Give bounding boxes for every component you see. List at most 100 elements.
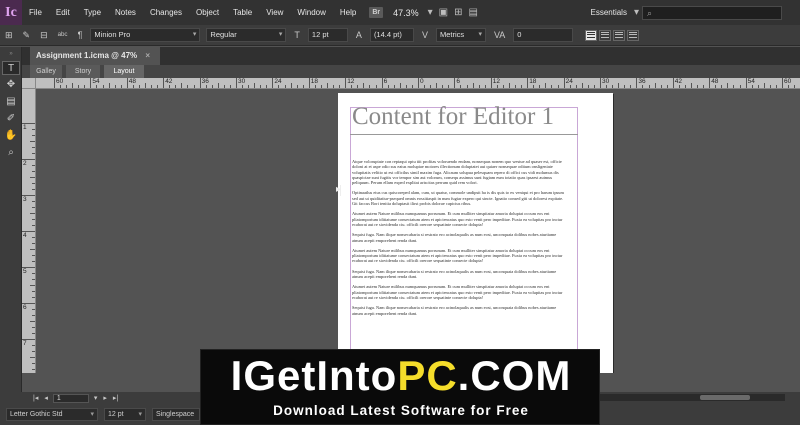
close-icon[interactable]: × <box>145 51 150 60</box>
layout-canvas[interactable]: Content for Editor 1 Atque voloruptate c… <box>36 89 800 373</box>
search-input[interactable]: ⌕ <box>642 5 782 20</box>
document-page[interactable]: Content for Editor 1 Atque voloruptate c… <box>338 93 613 373</box>
zoom-tool-icon[interactable]: ⌕ <box>2 146 20 160</box>
ruler-minor-tick <box>181 83 183 88</box>
galley-font-field[interactable]: Letter Gothic Std ▾ <box>6 408 98 421</box>
position-tool-icon[interactable]: ✥ <box>2 78 20 92</box>
vertical-ruler[interactable]: 12345678 <box>22 89 36 373</box>
view-options-icon[interactable]: ▣ <box>436 7 451 18</box>
tab-story[interactable]: Story <box>66 65 100 78</box>
ruler-minor-tick <box>120 85 122 88</box>
page-heading[interactable]: Content for Editor 1 <box>352 103 554 131</box>
ruler-tick <box>636 78 638 88</box>
ruler-tick <box>272 78 274 88</box>
font-style-field[interactable]: Regular ▾ <box>206 28 287 42</box>
menu-table[interactable]: Table <box>226 8 259 17</box>
menu-view[interactable]: View <box>259 8 290 17</box>
ruler-minor-tick <box>145 83 146 88</box>
grid-icon[interactable]: ⊞ <box>0 30 18 41</box>
ruler-label: 48 <box>711 78 719 85</box>
ruler-minor-tick <box>351 85 353 88</box>
story-text-frame[interactable]: Atque voloruptate con reptaqui optu tiit… <box>352 159 567 321</box>
menu-edit[interactable]: Edit <box>49 8 77 17</box>
ruler-minor-tick <box>569 85 571 88</box>
galley-spacing-field[interactable]: Singlespace <box>152 408 200 421</box>
next-page-icon[interactable]: ▸ <box>100 394 110 402</box>
kerning-field[interactable]: Metrics ▾ <box>435 28 486 42</box>
justify-button[interactable] <box>627 29 640 41</box>
document-tab[interactable]: Assignment 1.icma @ 47% × <box>30 47 161 65</box>
watermark-logo-part3: .COM <box>457 352 572 399</box>
menu-changes[interactable]: Changes <box>143 8 189 17</box>
ruler-tick <box>600 78 601 88</box>
font-size-field[interactable]: 12 pt <box>307 28 348 42</box>
arrange-documents-icon[interactable]: ▤ <box>466 7 481 18</box>
note-tool-icon[interactable]: ✎ <box>18 30 36 41</box>
note-tool-icon[interactable]: ▤ <box>2 95 20 109</box>
galley-size-field[interactable]: 12 pt ▾ <box>104 408 146 421</box>
previous-page-icon[interactable]: ◂ <box>41 394 51 402</box>
leading-field[interactable]: (14.4 pt) <box>369 28 414 42</box>
tab-layout[interactable]: Layout <box>104 65 144 78</box>
ruler-minor-tick <box>327 83 328 88</box>
ruler-tick <box>745 78 747 88</box>
kerning-icon: V <box>421 30 428 40</box>
align-center-button[interactable] <box>599 29 612 41</box>
ruler-tick <box>418 78 419 88</box>
align-right-button[interactable] <box>613 29 626 41</box>
bridge-button[interactable]: Br <box>369 7 384 18</box>
type-tool-icon[interactable]: T <box>2 61 20 75</box>
workspace-dropdown-icon[interactable]: ▾ <box>631 7 642 18</box>
watermark-logo-part2: PC <box>397 352 458 399</box>
ruler-minor-tick <box>788 85 790 88</box>
ruler-label: 30 <box>238 78 246 85</box>
ruler-minor-tick <box>697 85 699 88</box>
font-family-field[interactable]: Minion Pro ▾ <box>90 28 201 42</box>
galley-font-value: Letter Gothic Std <box>10 411 63 418</box>
tab-galley[interactable]: Galley <box>30 65 62 78</box>
galley-spacing-value: Singlespace <box>156 411 195 418</box>
ruler-label: 6 <box>456 78 461 85</box>
workspace-switcher[interactable]: Essentials <box>591 8 627 17</box>
font-size-value: 12 pt <box>311 30 329 39</box>
menu-object[interactable]: Object <box>189 8 226 17</box>
ruler-tick <box>236 78 237 88</box>
zoom-level[interactable]: 47.3% <box>393 8 419 18</box>
page-number-field[interactable]: 1 <box>52 393 89 403</box>
ruler-minor-tick <box>314 85 316 88</box>
ruler-label: 5 <box>23 268 27 275</box>
scrollbar-thumb[interactable] <box>700 395 750 400</box>
ruler-minor-tick <box>66 85 68 88</box>
spellcheck-icon[interactable]: ᵃᵇᶜ <box>53 30 73 40</box>
last-page-icon[interactable]: ▸| <box>110 394 121 402</box>
zoom-dropdown-icon[interactable]: ▾ <box>425 7 436 18</box>
ruler-tick <box>54 78 55 88</box>
horizontal-scrollbar[interactable] <box>600 394 785 401</box>
first-page-icon[interactable]: |◂ <box>30 394 41 402</box>
panel-collapse-icon[interactable]: » <box>2 50 20 58</box>
page-dropdown-icon[interactable]: ▾ <box>91 394 101 402</box>
menu-help[interactable]: Help <box>333 8 363 17</box>
hand-tool-icon[interactable]: ✋ <box>2 129 20 143</box>
horizontal-ruler[interactable]: 6054484236302418126061218243036424854606… <box>36 78 800 89</box>
ruler-label: 6 <box>383 78 388 85</box>
ruler-minor-tick <box>715 85 717 88</box>
menu-type[interactable]: Type <box>77 8 108 17</box>
menu-file[interactable]: File <box>22 8 49 17</box>
align-left-button[interactable] <box>585 29 598 41</box>
ruler-minor-tick <box>30 213 35 214</box>
menu-notes[interactable]: Notes <box>108 8 143 17</box>
ruler-minor-tick <box>775 85 777 88</box>
ruler-minor-tick <box>32 315 35 316</box>
track-changes-icon[interactable]: ⊟ <box>35 30 53 41</box>
control-bar: ⊞ ✎ ⊟ ᵃᵇᶜ ¶ Minion Pro ▾ Regular ▾ T 12 … <box>0 25 800 46</box>
pilcrow-icon[interactable]: ¶ <box>73 30 88 40</box>
ruler-origin[interactable] <box>22 78 36 89</box>
menu-window[interactable]: Window <box>290 8 332 17</box>
ruler-minor-tick <box>32 201 35 202</box>
screen-mode-icon[interactable]: ⊞ <box>451 7 465 18</box>
tracking-field[interactable]: 0 <box>513 28 574 42</box>
story-paragraph: Atumet autem Nature milibus numquamus po… <box>352 247 563 264</box>
chevron-down-icon: ▾ <box>278 31 283 38</box>
eyedropper-tool-icon[interactable]: ✐ <box>2 112 20 126</box>
